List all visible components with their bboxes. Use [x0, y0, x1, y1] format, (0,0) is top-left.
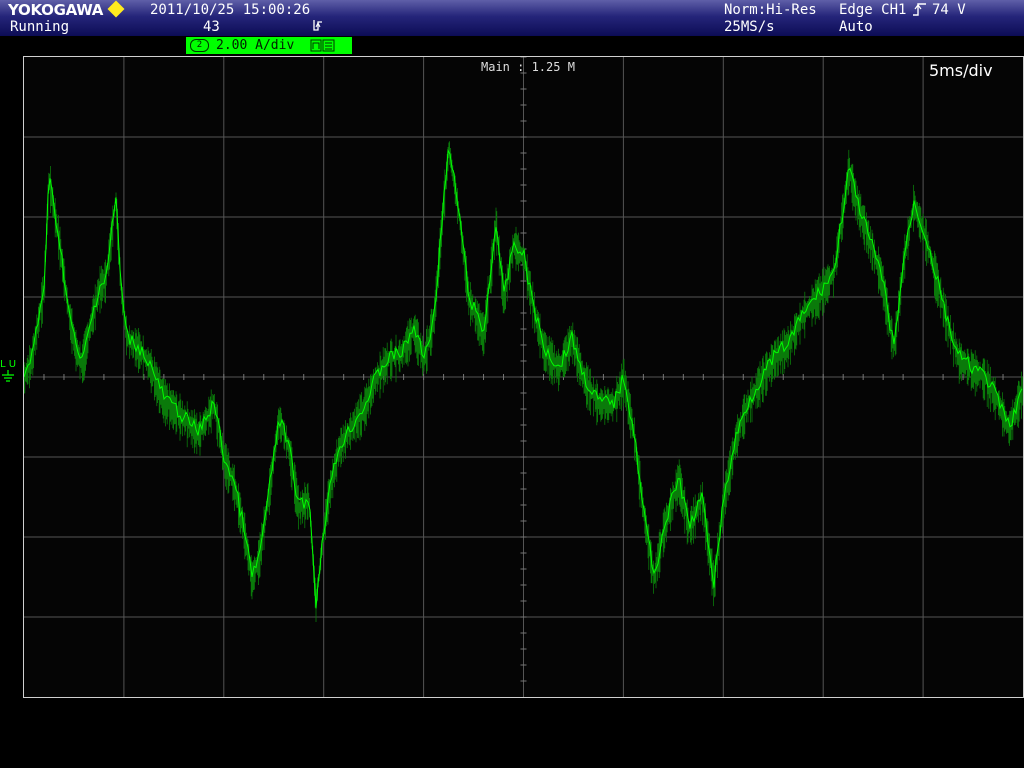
brand-logo: YOKOGAWA — [8, 1, 104, 19]
ground-label: L U — [0, 359, 17, 370]
channel-scale: 2.00 A/div — [216, 38, 295, 53]
trigger-type: Edge CH1 — [839, 2, 907, 18]
timebase-label: 5ms/div — [929, 61, 993, 80]
status-bar: YOKOGAWA 2011/10/25 15:00:26 Running 43 … — [0, 0, 1024, 36]
channel-number: 2 — [190, 39, 209, 52]
ground-icon — [2, 370, 14, 382]
diamond-logo-icon — [107, 0, 125, 18]
trigger-level: 74 V — [932, 2, 966, 18]
waveform-display[interactable]: Main : 1.25 M 5ms/div — [23, 56, 1024, 698]
probe-icon — [310, 39, 336, 57]
record-length: Main : 1.25 M — [481, 60, 575, 74]
acquisition-mode: Norm:Hi-Res — [724, 2, 817, 18]
trigger-mode: Auto — [839, 19, 873, 35]
waveform-envelope — [24, 141, 1023, 622]
channel-ground-marker[interactable]: L U — [0, 360, 16, 387]
rising-edge-icon — [912, 1, 928, 21]
run-status: Running — [10, 19, 70, 35]
channel-scale-badge[interactable]: 2 2.00 A/div — [186, 37, 352, 54]
trigger-slope-icon — [312, 18, 324, 38]
sample-rate: 25MS/s — [724, 19, 775, 35]
acquisition-count: 43 — [203, 19, 220, 35]
channel-2-waveform — [24, 141, 1023, 622]
datetime: 2011/10/25 15:00:26 — [150, 2, 311, 18]
waveform-trace — [24, 148, 1023, 609]
